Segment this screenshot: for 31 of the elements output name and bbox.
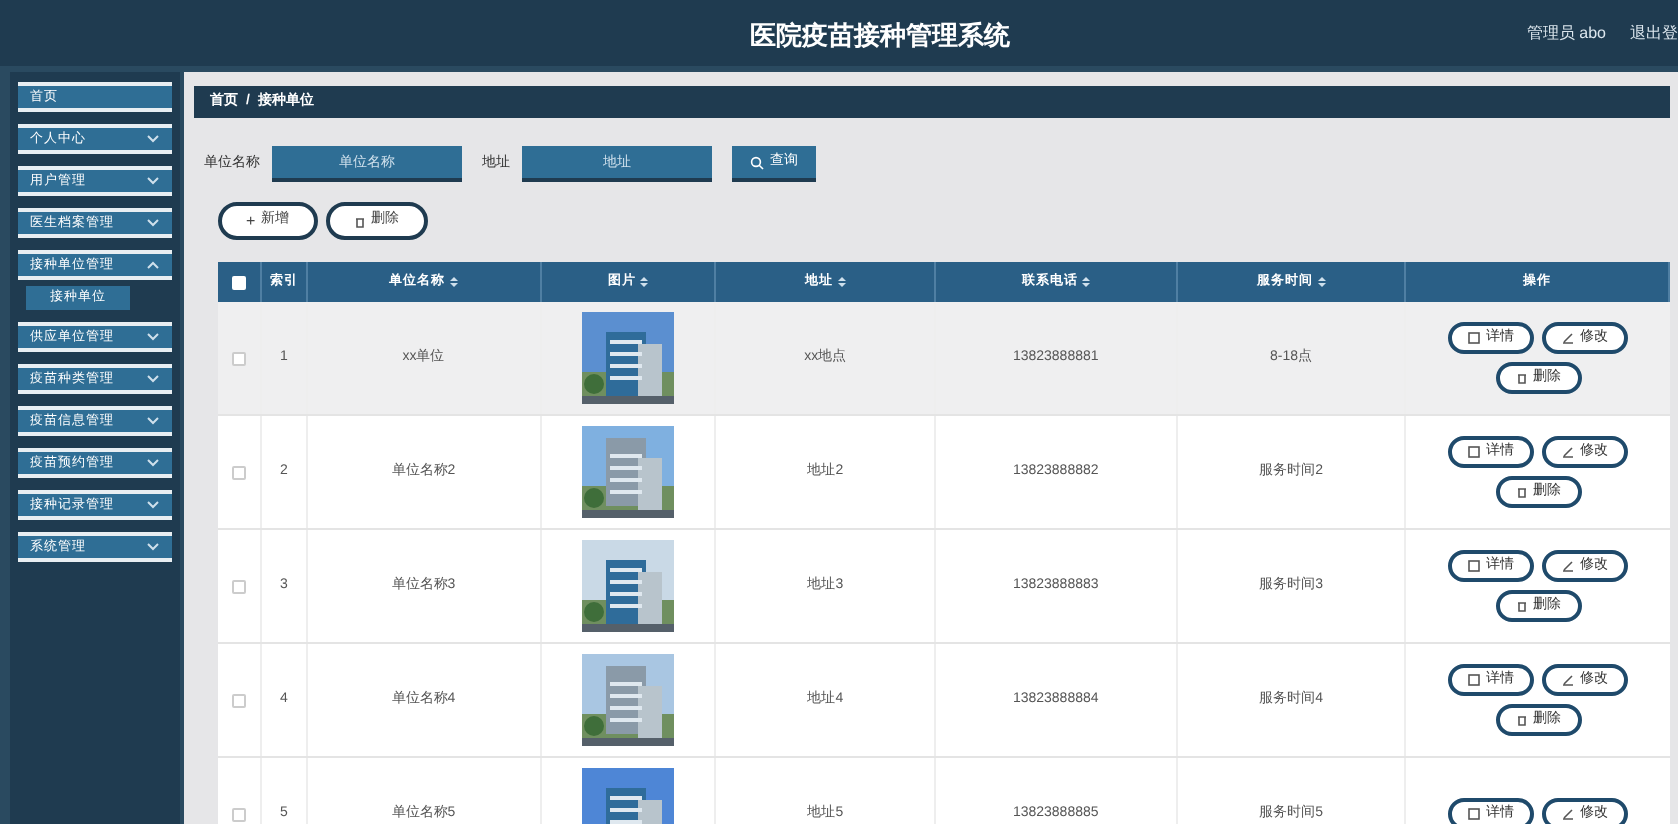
- select-all-checkbox[interactable]: [231, 275, 246, 289]
- user-label: 管理员 abo: [1526, 21, 1606, 45]
- sort-icon: [1081, 276, 1090, 288]
- pencil-icon: [1562, 808, 1575, 820]
- row-checkbox[interactable]: [231, 807, 246, 821]
- document-icon: [1468, 560, 1481, 572]
- sort-icon: [449, 276, 458, 288]
- pencil-icon: [1562, 332, 1575, 344]
- search-icon: [750, 155, 764, 169]
- pencil-icon: [1562, 560, 1575, 572]
- document-icon: [1468, 332, 1481, 344]
- sort-icon: [639, 276, 648, 288]
- pencil-icon: [1562, 446, 1575, 458]
- row-checkbox[interactable]: [231, 579, 246, 593]
- row-checkbox[interactable]: [231, 465, 246, 479]
- document-icon: [1468, 674, 1481, 686]
- row-checkbox[interactable]: [231, 693, 246, 707]
- trash-icon: [353, 215, 366, 227]
- logout-link[interactable]: 退出登: [1630, 21, 1678, 45]
- sort-icon: [837, 276, 846, 288]
- trash-icon: [1515, 486, 1528, 498]
- app-title: 医院疫苗接种管理系统: [750, 18, 1010, 54]
- trash-icon: [1515, 714, 1528, 726]
- row-checkbox[interactable]: [231, 351, 246, 365]
- document-icon: [1468, 808, 1481, 820]
- trash-icon: [1515, 372, 1528, 384]
- trash-icon: [1515, 600, 1528, 612]
- plus-icon: +: [246, 209, 256, 233]
- document-icon: [1468, 446, 1481, 458]
- sort-icon: [1317, 276, 1326, 288]
- pencil-icon: [1562, 674, 1575, 686]
